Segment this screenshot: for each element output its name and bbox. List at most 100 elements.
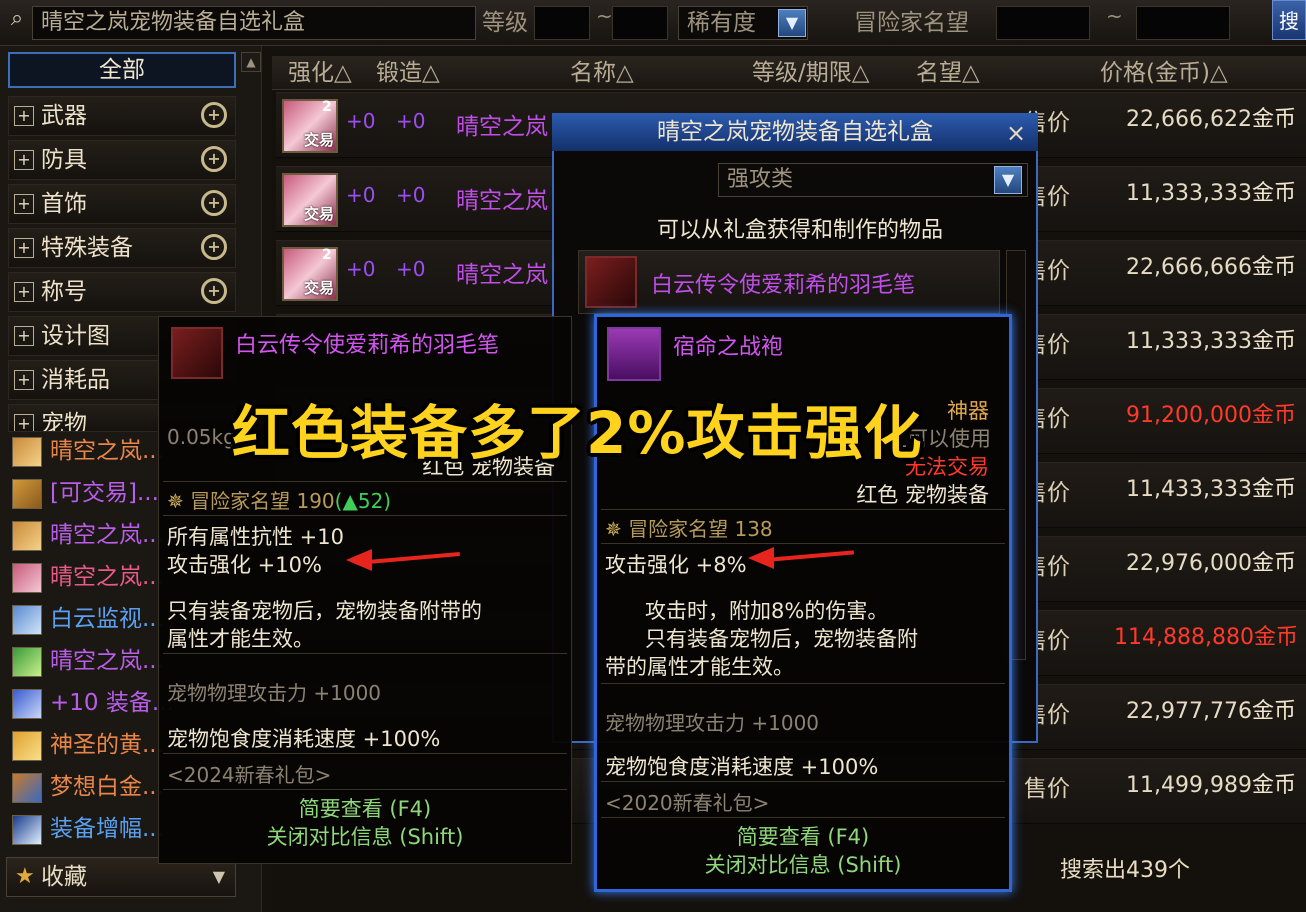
list-item[interactable]: 晴空之岚... <box>8 432 164 472</box>
category-weapon[interactable]: + 武器 + <box>8 96 236 136</box>
list-item[interactable]: +10 装备... <box>8 684 174 724</box>
level-max-input[interactable] <box>612 6 668 40</box>
category-all[interactable]: 全部 <box>8 52 236 88</box>
item-icon <box>12 521 42 551</box>
price-number: 11,499,989 <box>1126 773 1252 798</box>
search-icon[interactable]: ⌕ <box>4 6 30 32</box>
zoom-in-icon[interactable]: + <box>201 102 227 128</box>
col-fame[interactable]: 名望△ <box>916 59 980 87</box>
zoom-in-icon[interactable]: + <box>201 146 227 172</box>
price-number: 11,333,333 <box>1126 181 1252 206</box>
zoom-in-icon[interactable]: + <box>201 234 227 260</box>
col-forge[interactable]: 锻造△ <box>376 59 440 87</box>
item-icon <box>12 689 42 719</box>
overlay-caption: 红色装备多了2%攻击强化 <box>232 399 923 467</box>
col-level[interactable]: 等级/期限△ <box>752 59 869 87</box>
list-item[interactable]: 梦想白金... <box>8 768 164 808</box>
category-scroll-up[interactable]: ▲ <box>241 52 261 72</box>
divider <box>601 543 1005 544</box>
category-label: 武器 <box>41 103 87 129</box>
list-item[interactable]: 晴空之岚... <box>8 558 164 598</box>
tooltip-item-name: 宿命之战袍 <box>673 335 784 360</box>
item-text: +10 装备... <box>50 690 174 716</box>
gift-dropdown-button[interactable]: ▼ <box>994 166 1022 194</box>
close-compare-hint[interactable]: 关闭对比信息 (Shift) <box>163 821 567 851</box>
table-header: 强化△ 锻造△ 名称△ 等级/期限△ 名望△ 价格(金币)△ <box>272 56 1306 90</box>
item-icon <box>12 815 42 845</box>
expand-icon[interactable]: + <box>14 106 34 126</box>
tooltip-desc-line2: 属性才能生效。 <box>167 627 314 651</box>
level-min-input[interactable] <box>534 6 590 40</box>
category-title[interactable]: + 称号 + <box>8 272 236 312</box>
fame-icon: ✵ <box>167 489 184 513</box>
brief-view-hint[interactable]: 简要查看 (F4) <box>601 821 1005 851</box>
brief-view-hint[interactable]: 简要查看 (F4) <box>163 793 567 823</box>
close-compare-hint[interactable]: 关闭对比信息 (Shift) <box>601 849 1005 879</box>
price-value: 114,888,880金币 <box>1114 619 1298 651</box>
divider <box>601 817 1005 818</box>
fame-value: 190 <box>296 489 335 513</box>
chevron-down-icon[interactable]: ▼ <box>213 862 225 892</box>
expand-icon[interactable]: + <box>14 414 34 431</box>
gift-list-item[interactable]: 白云传令使爱莉希的羽毛笔 <box>578 250 1000 314</box>
search-button[interactable]: 搜 <box>1272 0 1306 40</box>
rarity-dropdown-button[interactable]: ▼ <box>778 9 806 37</box>
trade-badge: 交易 <box>304 131 335 149</box>
col-price[interactable]: 价格(金币)△ <box>1100 59 1228 87</box>
expand-icon[interactable]: + <box>14 194 34 214</box>
item-text: 梦想白金... <box>50 774 164 800</box>
tooltip-desc-line1: 攻击时，附加8%的伤害。 <box>645 599 889 623</box>
col-enhance[interactable]: 强化△ <box>288 59 352 87</box>
expand-icon[interactable]: + <box>14 150 34 170</box>
tooltip-pet-food: 宠物饱食度消耗速度 +100% <box>605 755 879 779</box>
gift-category-select[interactable]: 强攻类 <box>718 163 1028 197</box>
price-value: 22,977,776金币 <box>1126 693 1296 725</box>
star-icon: ★ <box>15 864 35 889</box>
list-item[interactable]: 晴空之岚... <box>8 642 164 682</box>
col-name[interactable]: 名称△ <box>570 59 634 87</box>
list-item[interactable]: 白云监视... <box>8 600 164 640</box>
fame-label: 冒险家名望 <box>628 517 729 541</box>
expand-icon[interactable]: + <box>14 370 34 390</box>
expand-icon[interactable]: + <box>14 326 34 346</box>
tooltip-fame: ✵ 冒险家名望 190(▲52) <box>167 485 391 514</box>
fame-max-input[interactable] <box>1136 6 1230 40</box>
divider <box>163 653 567 654</box>
list-item[interactable]: 晴空之岚... <box>8 516 164 556</box>
price-value: 11,433,333金币 <box>1126 471 1296 503</box>
zoom-in-icon[interactable]: + <box>201 190 227 216</box>
list-item[interactable]: 装备增幅... <box>8 810 164 850</box>
expand-icon[interactable]: + <box>14 282 34 302</box>
price-value: 22,666,666金币 <box>1126 249 1296 281</box>
close-icon[interactable]: × <box>1006 118 1026 148</box>
item-icon <box>12 647 42 677</box>
tooltip-pet-food: 宠物饱食度消耗速度 +100% <box>167 727 441 751</box>
tooltip-desc-line3: 带的属性才能生效。 <box>605 655 794 679</box>
enhance-value: +0 <box>346 257 376 281</box>
tooltip-fame: ✵ 冒险家名望 138 <box>605 513 773 542</box>
category-label: 设计图 <box>41 323 110 349</box>
price-unit: 金币 <box>1251 551 1296 576</box>
tooltip-source: <2020新春礼包> <box>605 791 770 815</box>
search-input[interactable]: 晴空之岚宠物装备自选礼盒 <box>32 6 476 40</box>
price-number: 22,976,000 <box>1126 551 1252 576</box>
forge-value: +0 <box>396 109 426 133</box>
fame-min-input[interactable] <box>996 6 1090 40</box>
list-item[interactable]: 神圣的黄... <box>8 726 164 766</box>
category-accessory[interactable]: + 首饰 + <box>8 184 236 224</box>
category-special-equipment[interactable]: + 特殊装备 + <box>8 228 236 268</box>
price-value: 11,499,989金币 <box>1126 767 1296 799</box>
list-item[interactable]: [可交易]... <box>8 474 159 514</box>
category-armor[interactable]: + 防具 + <box>8 140 236 180</box>
category-label: 防具 <box>41 147 87 173</box>
price-number: 22,977,776 <box>1126 699 1252 724</box>
price-label: 售价 <box>1024 776 1070 802</box>
favorites-label: 收藏 <box>41 864 87 890</box>
price-unit: 金币 <box>1251 255 1296 280</box>
item-icon <box>12 563 42 593</box>
item-name: 晴空之岚 <box>456 188 548 214</box>
expand-icon[interactable]: + <box>14 238 34 258</box>
stack-badge: 2 <box>322 247 332 263</box>
price-number: 114,888,880 <box>1114 625 1254 650</box>
zoom-in-icon[interactable]: + <box>201 278 227 304</box>
